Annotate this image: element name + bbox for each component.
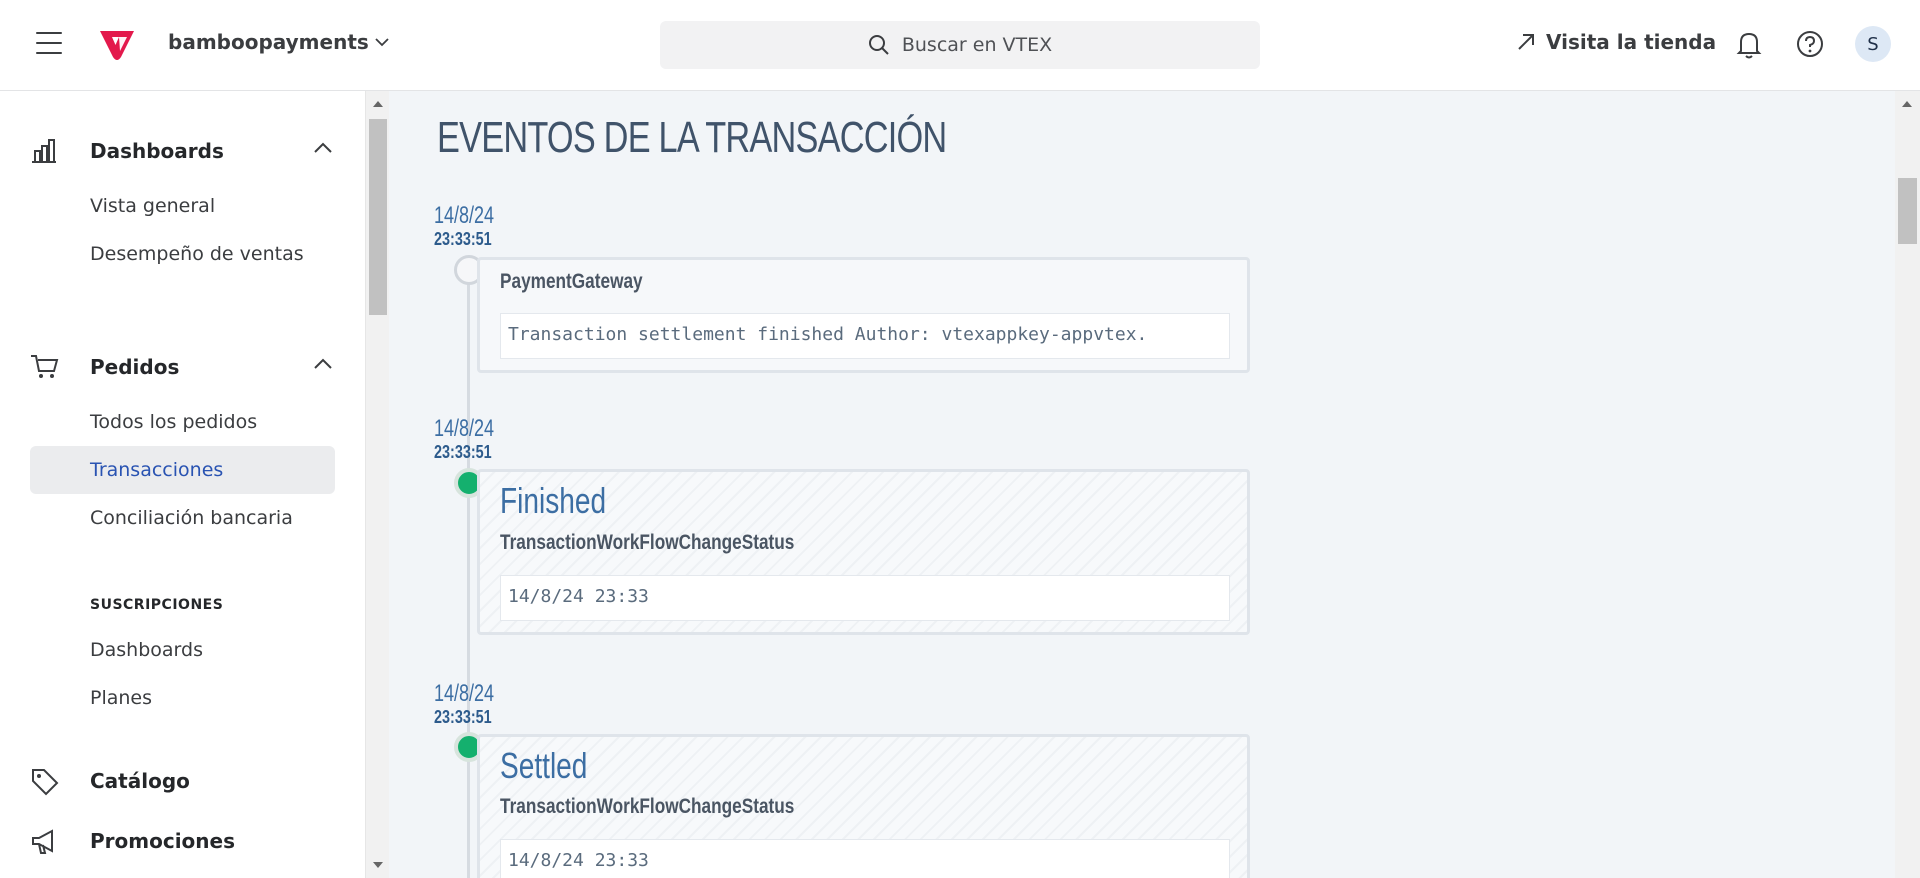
chevron-up-icon — [314, 142, 332, 153]
event-status: Settled — [500, 745, 588, 786]
event-date: 14/8/24 — [434, 680, 495, 707]
event-source: PaymentGateway — [500, 270, 643, 293]
chevron-up-icon — [314, 358, 332, 369]
sidebar: Dashboards Vista general Desempeño de ve… — [0, 91, 365, 878]
menu-icon[interactable] — [36, 32, 66, 58]
sidebar-item-transacciones[interactable]: Transacciones — [30, 446, 335, 494]
bar-chart-icon — [32, 139, 56, 163]
help-icon[interactable] — [1796, 30, 1824, 58]
avatar[interactable]: S — [1855, 26, 1891, 62]
event-timestamp: 14/8/24 23:33:51 — [434, 202, 514, 250]
event-date: 14/8/24 — [434, 202, 495, 229]
event-source: TransactionWorkFlowChangeStatus — [500, 531, 795, 554]
event-time: 23:33:51 — [434, 229, 492, 249]
event-source: TransactionWorkFlowChangeStatus — [500, 795, 795, 818]
cart-icon — [31, 355, 59, 378]
scroll-up-arrow-icon[interactable] — [373, 101, 383, 107]
search-icon — [868, 35, 889, 55]
sidebar-section-catalog[interactable]: Catálogo — [0, 761, 365, 801]
bell-icon[interactable] — [1736, 30, 1762, 60]
search-placeholder: Buscar en VTEX — [901, 34, 1053, 56]
event-message: Transaction settlement finished Author: … — [500, 313, 1230, 359]
sidebar-item-desempeno-ventas[interactable]: Desempeño de ventas — [30, 242, 335, 266]
event-card: Finished TransactionWorkFlowChangeStatus… — [477, 469, 1250, 635]
sidebar-item-vista-general[interactable]: Vista general — [30, 194, 335, 218]
vtex-logo[interactable] — [97, 27, 137, 61]
account-switcher[interactable]: bamboopayments — [168, 30, 389, 54]
sidebar-section-label: Dashboards — [90, 139, 224, 163]
sidebar-section-orders[interactable]: Pedidos — [0, 347, 365, 387]
sidebar-subsection-label: SUSCRIPCIONES — [90, 597, 224, 613]
top-bar: bamboopayments Buscar en VTEX Visita la … — [0, 0, 1920, 91]
timeline-line — [467, 259, 470, 878]
sidebar-item-planes[interactable]: Planes — [30, 686, 335, 710]
event-message: 14/8/24 23:33 — [500, 839, 1230, 878]
sidebar-section-label: Catálogo — [90, 769, 190, 793]
event-date: 14/8/24 — [434, 415, 495, 442]
event-timestamp: 14/8/24 23:33:51 — [434, 415, 514, 463]
event-status: Finished — [500, 480, 607, 521]
main-scrollbar[interactable] — [1895, 91, 1920, 878]
event-card: Settled TransactionWorkFlowChangeStatus … — [477, 734, 1250, 878]
event-message: 14/8/24 23:33 — [500, 575, 1230, 621]
sidebar-section-label: Promociones — [90, 829, 235, 853]
scrollbar-thumb[interactable] — [369, 119, 387, 315]
external-arrow-icon — [1518, 34, 1534, 50]
visit-store-link[interactable]: Visita la tienda — [1516, 30, 1716, 54]
tag-icon — [32, 769, 59, 796]
sidebar-item-subscriptions-dashboards[interactable]: Dashboards — [30, 638, 335, 662]
visit-store-label: Visita la tienda — [1546, 30, 1717, 54]
sidebar-scrollbar[interactable] — [365, 91, 389, 878]
event-card: PaymentGateway Transaction settlement fi… — [477, 257, 1250, 373]
search-input[interactable]: Buscar en VTEX — [660, 21, 1260, 69]
scrollbar-thumb[interactable] — [1898, 178, 1917, 244]
event-time: 23:33:51 — [434, 707, 492, 727]
account-name: bamboopayments — [168, 30, 369, 54]
sidebar-item-conciliacion-bancaria[interactable]: Conciliación bancaria — [30, 506, 335, 530]
chevron-down-icon — [375, 38, 389, 47]
megaphone-icon — [32, 829, 53, 854]
main-content: EVENTOS DE LA TRANSACCIÓN 14/8/24 23:33:… — [389, 91, 1895, 878]
scroll-up-arrow-icon[interactable] — [1902, 101, 1912, 107]
event-time: 23:33:51 — [434, 442, 492, 462]
sidebar-section-promotions[interactable]: Promociones — [0, 821, 365, 861]
page-title: EVENTOS DE LA TRANSACCIÓN — [437, 113, 947, 162]
event-timestamp: 14/8/24 23:33:51 — [434, 680, 514, 728]
scroll-down-arrow-icon[interactable] — [373, 862, 383, 868]
sidebar-item-todos-pedidos[interactable]: Todos los pedidos — [30, 410, 335, 434]
sidebar-section-label: Pedidos — [90, 355, 180, 379]
sidebar-section-dashboards[interactable]: Dashboards — [0, 131, 365, 171]
